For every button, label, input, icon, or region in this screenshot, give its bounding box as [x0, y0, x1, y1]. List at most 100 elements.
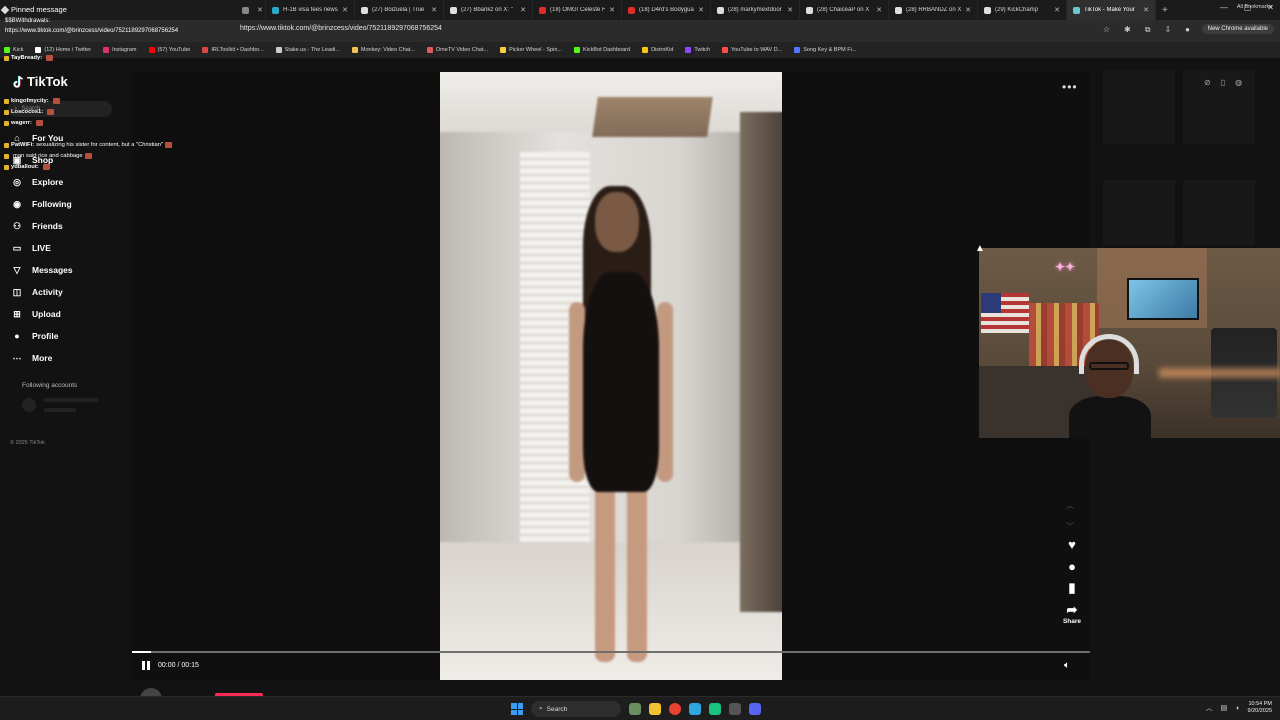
network-icon[interactable]: ▤	[1221, 704, 1228, 712]
bookmark-item[interactable]: Kick	[4, 47, 23, 53]
volume-icon[interactable]: 🔈︎	[1064, 660, 1070, 671]
close-tab-icon[interactable]: ✕	[1143, 6, 1149, 14]
video-player[interactable]: ••• ︿ ﹀ ♥ ● ▮ ➦ Share 00:00 / 00:15 🔈︎	[132, 72, 1090, 680]
volume-icon[interactable]: ◖	[1235, 705, 1239, 712]
close-tab-icon[interactable]: ✕	[431, 6, 437, 14]
chat-message: Loscocos1:	[4, 109, 55, 115]
browser-tab[interactable]: (18) D4rd's Bodygua ✕	[622, 0, 711, 20]
close-tab-icon[interactable]: ✕	[965, 6, 971, 14]
like-button[interactable]: ♥	[1064, 536, 1080, 552]
chevron-up-icon[interactable]: ︿	[1206, 703, 1213, 713]
clock[interactable]: 10:54 PM 9/20/2025	[1248, 701, 1272, 715]
bookmark-item[interactable]: KickBot Dashboard	[573, 47, 630, 53]
avatar[interactable]: ◍	[1235, 78, 1242, 87]
bookmark-item[interactable]: DistroKid	[642, 47, 673, 53]
browser-tab[interactable]: (18) OMG! Celeste F ✕	[533, 0, 622, 20]
sidebar-item-more[interactable]: ⋯ More	[10, 347, 73, 369]
sidebar-item-messages[interactable]: ▽ Messages	[10, 259, 73, 281]
tiktok-logo[interactable]: TikTok	[12, 74, 68, 89]
chrome-icon[interactable]	[669, 703, 681, 715]
browser-tab[interactable]: (28) markymextdoor ✕	[711, 0, 800, 20]
tab-title: (27) Boizuela | True	[372, 7, 425, 13]
sidebar-item-live[interactable]: ▭ LIVE	[10, 237, 73, 259]
taskbar-search[interactable]: ⌕ Search	[531, 701, 621, 717]
close-tab-icon[interactable]: ✕	[787, 6, 793, 14]
bookmark-item[interactable]: (12) Home / Twitter	[35, 47, 91, 53]
bookmark-item[interactable]: YouTube to WAV D...	[721, 47, 782, 53]
all-bookmarks-link[interactable]: All Bookmarks	[1237, 4, 1272, 10]
close-tab-icon[interactable]: ✕	[698, 6, 704, 14]
url-field[interactable]: https://www.tiktok.com/@brinzcess/video/…	[240, 25, 442, 32]
sidebar-item-following[interactable]: ◉ Following	[10, 193, 73, 215]
new-tab-icon[interactable]: +	[1156, 5, 1174, 16]
sidebar-item-activity[interactable]: ◫ Activity	[10, 281, 73, 303]
bookmark-item[interactable]: Stake.us - The Leadi...	[275, 47, 340, 53]
chat-username: Loscocos1:	[11, 109, 44, 115]
compass-icon: ◎	[13, 176, 21, 187]
browser-tab[interactable]: (28) RRBANDZ on X ✕	[889, 0, 978, 20]
video-frame[interactable]	[440, 72, 782, 680]
chevron-up-icon[interactable]: ︿	[1066, 500, 1074, 511]
close-tab-icon[interactable]: ✕	[609, 6, 615, 14]
comment-button[interactable]: ●	[1064, 558, 1080, 574]
close-tab-icon[interactable]: ✕	[342, 6, 348, 14]
sidebar-item-profile[interactable]: ● Profile	[10, 325, 73, 347]
coin-icon[interactable]: ⊘	[1204, 78, 1211, 87]
skeleton-line	[44, 408, 76, 412]
tab-title: H-1B visa fees news	[283, 7, 338, 13]
device-icon[interactable]: ▯	[1221, 78, 1225, 87]
widgets-icon[interactable]	[629, 703, 641, 715]
video-progress-bar[interactable]	[132, 651, 1090, 653]
bookmark-item[interactable]: Instagram	[103, 47, 137, 53]
more-options-icon[interactable]: •••	[1062, 80, 1078, 94]
share-button[interactable]: ➦ Share	[1063, 602, 1081, 625]
telegram-icon[interactable]	[689, 703, 701, 715]
browser-tab[interactable]: (27) Bbankz on X: " ✕	[444, 0, 533, 20]
bookmark-item[interactable]: OmeTV Video Chat...	[426, 47, 488, 53]
emote-icon	[47, 109, 55, 115]
bookmark-button[interactable]: ▮	[1064, 580, 1080, 596]
file-explorer-icon[interactable]	[649, 703, 661, 715]
video-time: 00:00 / 00:15	[158, 662, 199, 669]
bookmark-item[interactable]: Twitch	[685, 47, 710, 53]
browser-tab[interactable]: H-1B visa fees news ✕	[266, 0, 355, 20]
sidebar-item-explore[interactable]: ◎ Explore	[10, 171, 73, 193]
bookmark-item[interactable]: Picker Wheel - Spin...	[500, 47, 562, 53]
close-tab-icon[interactable]: ✕	[520, 6, 526, 14]
browser-tab[interactable]: (28) ChaiceaP on X ✕	[800, 0, 889, 20]
browser-tab[interactable]: (29) KickChamp ✕	[978, 0, 1067, 20]
clock-date: 9/20/2025	[1247, 708, 1272, 714]
app-icon[interactable]	[729, 703, 741, 715]
new-chrome-button[interactable]: New Chrome available	[1201, 24, 1274, 34]
browser-tab[interactable]: upda✕	[236, 0, 266, 20]
close-tab-icon[interactable]: ✕	[1054, 6, 1060, 14]
bookmark-item[interactable]: Monkey: Video Chat...	[351, 47, 415, 53]
chevron-down-icon[interactable]: ﹀	[1066, 521, 1074, 532]
app-icon[interactable]	[709, 703, 721, 715]
browser-tab[interactable]: TikTok - Make Your ✕	[1067, 0, 1156, 20]
bookmark-item[interactable]: IRLToolkit • Dashbo...	[202, 47, 264, 53]
windows-start-icon[interactable]	[511, 703, 523, 715]
close-tab-icon[interactable]: ✕	[876, 6, 882, 14]
extension-icon[interactable]: ✱	[1124, 25, 1131, 35]
browser-tab[interactable]: (27) Boizuela | True ✕	[355, 0, 444, 20]
close-tab-icon[interactable]: ✕	[257, 6, 263, 14]
discord-icon[interactable]	[749, 703, 761, 715]
bookmark-item[interactable]: Song Key & BPM Fi...	[794, 47, 856, 53]
puzzle-icon[interactable]: ⧉	[1145, 25, 1151, 35]
profile-icon[interactable]: ●	[1185, 25, 1190, 35]
chat-message: kingofmycity:	[4, 98, 60, 104]
tab-title: (27) Bbankz on X: "	[461, 7, 513, 13]
minimize-icon[interactable]: —	[1220, 3, 1228, 12]
sidebar-item-friends[interactable]: ⚇ Friends	[10, 215, 73, 237]
pause-icon[interactable]	[142, 661, 150, 670]
bookmark-item[interactable]: (57) YouTube	[148, 47, 190, 53]
bookmark-favicon-icon	[426, 47, 433, 53]
sidebar-item-upload[interactable]: ⊞ Upload	[10, 303, 73, 325]
download-icon[interactable]: ⇩	[1164, 25, 1171, 35]
video-progress-fill	[132, 651, 152, 653]
star-icon[interactable]: ☆	[1103, 25, 1110, 35]
thumbnail-placeholder	[1103, 70, 1175, 144]
video-nav-arrows: ︿ ﹀	[1066, 500, 1074, 532]
share-label: Share	[1062, 618, 1082, 625]
